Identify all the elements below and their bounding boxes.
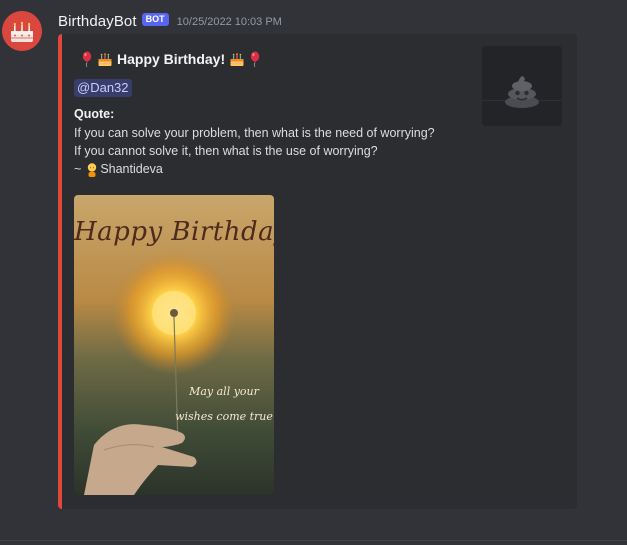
quote-line: If you can solve your problem, then what…: [74, 126, 435, 140]
balloon-icon: [246, 50, 264, 68]
birthday-cake-icon: [2, 11, 42, 51]
author-name: Shantideva: [100, 162, 163, 176]
embed-thumbnail[interactable]: [482, 46, 562, 126]
embed-image[interactable]: Happy Birthday May all your wishes come …: [74, 195, 274, 495]
divider: [0, 540, 627, 541]
message-timestamp[interactable]: 10/25/2022 10:03 PM: [177, 16, 282, 28]
image-wish-line1: May all your: [189, 385, 259, 398]
balloon-icon: [78, 50, 96, 68]
message-embed: Happy Birthday! @Dan32 Quote: If you can…: [58, 34, 577, 509]
quote-line: If you cannot solve it, then what is the…: [74, 144, 378, 158]
bot-avatar[interactable]: [2, 11, 42, 51]
chat-message: BirthdayBot BOT 10/25/2022 10:03 PM Happ…: [0, 0, 627, 545]
user-mention[interactable]: @Dan32: [74, 79, 132, 97]
author-prefix: ~: [74, 162, 82, 176]
old-man-icon: [84, 161, 100, 177]
image-wish-line2: wishes come true: [175, 410, 273, 423]
birthday-cake-icon: [228, 50, 246, 68]
username[interactable]: BirthdayBot: [58, 13, 137, 30]
message-header: BirthdayBot BOT 10/25/2022 10:03 PM: [58, 11, 282, 31]
embed-title: Happy Birthday!: [78, 50, 264, 68]
image-title-text: Happy Birthday: [74, 217, 274, 247]
quote-author: ~ Shantideva: [74, 160, 163, 178]
quote-label: Quote:: [74, 107, 115, 121]
bot-tag-badge: BOT: [141, 12, 169, 26]
birthday-cake-icon: [96, 50, 114, 68]
embed-title-text: Happy Birthday!: [117, 51, 226, 67]
